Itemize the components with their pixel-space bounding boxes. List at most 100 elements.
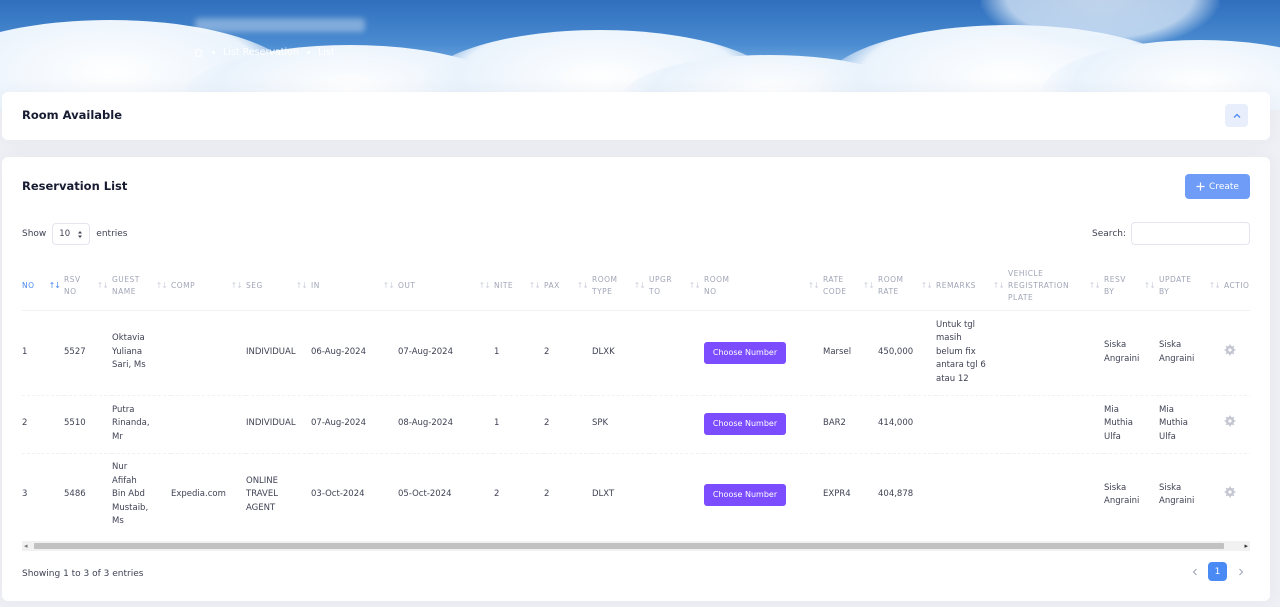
cell-resv-by: Siska Angraini <box>1104 310 1159 396</box>
cell-room-no: Choose Number <box>704 395 823 454</box>
sort-icon: ↑↓ <box>48 280 61 290</box>
choose-number-button[interactable]: Choose Number <box>704 413 786 435</box>
cell-line: Bin Abd <box>112 489 145 500</box>
column-header[interactable]: ACTIO <box>1224 262 1250 311</box>
cell-seg: INDIVIDUAL <box>246 310 311 396</box>
cell-room-type: SPK <box>592 395 649 454</box>
chevron-left-icon <box>1192 568 1197 575</box>
search-label: Search: <box>1092 228 1126 239</box>
column-header-label: VEHICLE <box>1008 268 1044 278</box>
choose-number-button[interactable]: Choose Number <box>704 341 786 364</box>
pagination-next[interactable] <box>1231 562 1250 581</box>
cell-line: Siska <box>1159 340 1182 350</box>
create-button[interactable]: Create <box>1185 174 1250 199</box>
cell-line: AGENT <box>246 502 276 513</box>
column-header-label: GUEST <box>112 274 140 284</box>
gear-icon[interactable] <box>1224 344 1236 356</box>
column-header-label: CODE <box>823 286 847 296</box>
room-available-card: Room Available <box>2 92 1270 140</box>
cell-guest: Putra Rinanda, Mr <box>112 395 171 454</box>
cell-room-no: Choose Number <box>704 310 823 396</box>
column-header-label: COMP <box>171 280 196 290</box>
column-header[interactable]: SEG ↑↓ <box>246 262 311 311</box>
column-header[interactable]: ROOM RATE ↑↓ <box>878 262 936 311</box>
column-header-label: SEG <box>246 280 263 290</box>
cell-line: ONLINE <box>246 475 279 486</box>
sort-icon: ↑↓ <box>382 280 395 290</box>
column-header[interactable]: UPDATE BY ↑↓ <box>1159 262 1224 311</box>
table-row: 3 5486 Nur Afifah Bin Abd Mustaib, Ms Expedia.c… <box>22 453 1250 537</box>
column-header[interactable]: PAX ↑↓ <box>544 262 592 311</box>
scroll-left-icon[interactable]: ◂ <box>24 541 28 551</box>
column-header[interactable]: ROOM NO ↑↓ <box>704 262 823 311</box>
cell-line: Angraini <box>1159 496 1195 506</box>
reservation-list-card: Reservation List Create Show 10 entries … <box>2 157 1270 601</box>
collapse-button[interactable] <box>1225 104 1248 127</box>
column-header[interactable]: VEHICLE REGISTRATION PLATE ↑↓ <box>1008 262 1104 311</box>
pagination-page-1[interactable]: 1 <box>1208 562 1227 581</box>
column-header[interactable]: NITE ↑↓ <box>494 262 544 311</box>
scroll-right-icon[interactable]: ▸ <box>1244 541 1248 551</box>
cell-room-rate: 450,000 <box>878 310 936 396</box>
cell-action <box>1224 453 1250 537</box>
cell-nite: 1 <box>494 395 544 454</box>
chevron-up-icon <box>1233 113 1240 118</box>
column-header[interactable]: RSV NO ↑↓ <box>64 262 112 311</box>
pagination-previous[interactable] <box>1185 562 1204 581</box>
cell-room-type: DLXK <box>592 310 649 396</box>
column-header-label: ROOM <box>878 274 904 284</box>
chevron-right-icon <box>1238 568 1243 575</box>
table-header-row: NO ↑↓ RSV NO ↑↓ GUEST NAME ↑↓ COMP ↑↓ SEG ↑↓ IN ↑↓ OUT… <box>22 262 1250 311</box>
horizontal-scrollbar[interactable]: ◂ ▸ <box>22 541 1250 551</box>
cell-no: 3 <box>22 453 64 537</box>
cell-line: masih <box>936 333 962 344</box>
sort-icon: ↑↓ <box>478 280 491 290</box>
column-header[interactable]: ROOM TYPE ↑↓ <box>592 262 649 311</box>
column-header-label: REGISTRATION <box>1008 280 1070 290</box>
choose-number-button[interactable]: Choose Number <box>704 484 786 506</box>
column-header[interactable]: UPGR TO ↑↓ <box>649 262 704 311</box>
scrollbar-thumb[interactable] <box>34 543 1224 549</box>
column-header[interactable]: REMARKS ↑↓ <box>936 262 1008 311</box>
column-header-label: NAME <box>112 286 136 296</box>
cell-line: Afifah <box>112 475 137 486</box>
cell-line: Mr <box>112 431 123 442</box>
breadcrumb-item-list-reservation[interactable]: List Reservation <box>223 47 299 58</box>
cell-no: 1 <box>22 310 64 396</box>
reservation-table: NO ↑↓ RSV NO ↑↓ GUEST NAME ↑↓ COMP ↑↓ SEG ↑↓ IN ↑↓ OUT… <box>22 262 1250 537</box>
cell-update-by: Siska Angraini <box>1159 310 1224 396</box>
cell-line: Ulfa <box>1159 431 1176 442</box>
gear-icon[interactable] <box>1224 415 1236 427</box>
cell-line: Siska <box>1104 482 1127 493</box>
sort-icon: ↑↓ <box>1143 280 1156 290</box>
show-label: Show <box>22 229 47 239</box>
column-header[interactable]: GUEST NAME ↑↓ <box>112 262 171 311</box>
search-input[interactable] <box>1131 222 1250 245</box>
cell-line: Angraini <box>1104 496 1140 506</box>
cell-line: Sari, Ms <box>112 360 146 371</box>
home-icon[interactable] <box>193 47 204 58</box>
cell-rate-code: EXPR4 <box>823 453 878 537</box>
cell-update-by: Mia Muthia Ulfa <box>1159 395 1224 454</box>
cell-room-type: DLXT <box>592 453 649 537</box>
column-header[interactable]: NO ↑↓ <box>22 262 64 311</box>
sort-icon: ↑↓ <box>576 280 589 290</box>
gear-icon[interactable] <box>1224 486 1236 498</box>
cell-guest: Nur Afifah Bin Abd Mustaib, Ms <box>112 453 171 537</box>
column-header-label: RSV <box>64 274 81 284</box>
column-header[interactable]: RATE CODE ↑↓ <box>823 262 878 311</box>
pagination: 1 <box>1185 562 1250 581</box>
column-header[interactable]: IN ↑↓ <box>311 262 398 311</box>
column-header[interactable]: OUT ↑↓ <box>398 262 494 311</box>
page-length-select[interactable]: 10 <box>52 223 91 245</box>
column-header[interactable]: RESV BY ↑↓ <box>1104 262 1159 311</box>
cell-rate-code: Marsel <box>823 310 878 396</box>
sort-icon: ↑↓ <box>230 280 243 290</box>
cell-line: atau 12 <box>936 373 969 384</box>
cell-rsv-no: 5527 <box>64 310 112 396</box>
table-row: 2 5510 Putra Rinanda, Mr INDIVIDUAL 07-Aug-202… <box>22 395 1250 454</box>
cell-line: Angraini <box>1159 353 1195 364</box>
cell-line: Yuliana <box>112 346 143 357</box>
column-header[interactable]: COMP ↑↓ <box>171 262 246 311</box>
sort-icon: ↑↓ <box>992 280 1005 290</box>
